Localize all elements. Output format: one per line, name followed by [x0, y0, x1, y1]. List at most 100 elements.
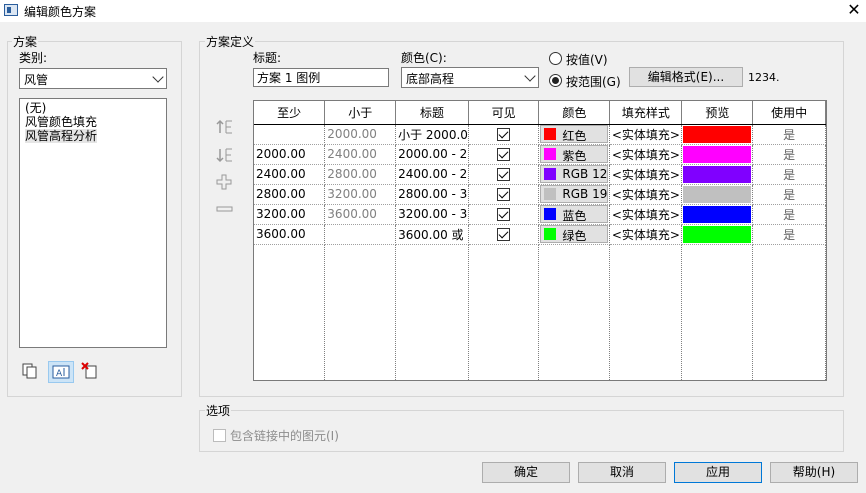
col-header-max[interactable]: 小于: [324, 101, 397, 125]
cell-in-use: 是: [752, 204, 826, 225]
color-button[interactable]: 绿色: [540, 225, 609, 243]
scheme-group-label: 方案: [12, 33, 39, 50]
cell-visible: [468, 224, 540, 245]
scheme-list-item[interactable]: (无): [25, 101, 46, 115]
color-swatch: [544, 168, 557, 180]
preview-swatch: [683, 225, 752, 243]
table-row[interactable]: 2400.00 2800.00 2400.00 - 2 RGB 12 <实体填充> 是: [254, 164, 826, 185]
cell-fill[interactable]: <实体填充>: [609, 144, 683, 165]
preview-swatch: [683, 165, 752, 183]
cell-max[interactable]: 3200.00: [324, 184, 397, 205]
color-value: 底部高程: [406, 72, 455, 86]
empty-cell: [681, 244, 754, 380]
cell-max[interactable]: [324, 224, 397, 245]
preview-swatch: [683, 205, 752, 223]
cell-title[interactable]: 3600.00 或: [395, 224, 469, 245]
cell-max[interactable]: 2000.00: [324, 124, 397, 145]
cell-max[interactable]: 3600.00: [324, 204, 397, 225]
help-button[interactable]: 帮助(H): [770, 462, 858, 483]
table-row[interactable]: 2000.00 小于 2000.0 红色 <实体填充> 是: [254, 124, 826, 145]
cell-title[interactable]: 小于 2000.0: [395, 124, 469, 145]
cell-min[interactable]: 3600.00: [254, 224, 326, 245]
by-value-label[interactable]: 按值(V): [566, 51, 608, 68]
cell-fill[interactable]: <实体填充>: [609, 224, 683, 245]
by-value-radio[interactable]: [549, 52, 562, 65]
rename-scheme-icon[interactable]: A: [48, 361, 74, 383]
empty-cell: [395, 244, 469, 380]
scheme-list-item-selected[interactable]: 风管高程分析: [25, 129, 98, 143]
move-down-icon[interactable]: [215, 146, 235, 168]
cell-color: 绿色: [538, 224, 611, 245]
color-swatch: [544, 208, 557, 220]
col-header-title[interactable]: 标题: [395, 101, 469, 125]
cell-fill[interactable]: <实体填充>: [609, 184, 683, 205]
title-input[interactable]: [253, 68, 389, 87]
move-up-icon[interactable]: [215, 118, 235, 140]
col-header-min[interactable]: 至少: [254, 101, 326, 125]
add-row-icon[interactable]: [215, 173, 235, 195]
title-input-field[interactable]: [254, 69, 388, 86]
by-range-label[interactable]: 按范围(G): [566, 73, 621, 90]
table-row[interactable]: 3600.00 3600.00 或 绿色 <实体填充> 是: [254, 224, 826, 245]
empty-cell: [609, 244, 683, 380]
col-header-color[interactable]: 颜色: [538, 101, 611, 125]
scheme-list[interactable]: (无) 风管颜色填充 风管高程分析: [19, 98, 167, 348]
cell-title[interactable]: 2800.00 - 3: [395, 184, 469, 205]
cell-preview: [681, 124, 754, 145]
visible-checkbox[interactable]: [497, 208, 511, 221]
col-header-fill[interactable]: 填充样式: [609, 101, 683, 125]
cell-max[interactable]: 2800.00: [324, 164, 397, 185]
empty-cell: [538, 244, 611, 380]
close-icon[interactable]: ✕: [842, 0, 866, 22]
cell-title[interactable]: 2400.00 - 2: [395, 164, 469, 185]
remove-row-icon[interactable]: [215, 200, 235, 222]
color-button[interactable]: RGB 12: [540, 165, 609, 183]
color-swatch: [544, 128, 557, 140]
cell-preview: [681, 184, 754, 205]
include-links-checkbox[interactable]: [213, 429, 226, 442]
table-row[interactable]: 2800.00 3200.00 2800.00 - 3 RGB 19 <实体填充> 是: [254, 184, 826, 205]
app-icon: [4, 4, 18, 16]
cell-min[interactable]: 2800.00: [254, 184, 326, 205]
cell-fill[interactable]: <实体填充>: [609, 164, 683, 185]
by-range-radio[interactable]: [549, 74, 562, 87]
preview-swatch: [683, 125, 752, 143]
range-grid: 至少 小于 标题 可见 颜色 填充样式 预览 使用中 2000.00 小于 200…: [254, 101, 826, 380]
cell-fill[interactable]: <实体填充>: [609, 124, 683, 145]
apply-button[interactable]: 应用: [674, 462, 762, 483]
edit-format-button[interactable]: 编辑格式(E)...: [629, 67, 743, 87]
cell-preview: [681, 204, 754, 225]
table-header-row: 至少 小于 标题 可见 颜色 填充样式 预览 使用中: [254, 101, 826, 125]
cell-min[interactable]: [254, 124, 326, 145]
cell-title[interactable]: 2000.00 - 2: [395, 144, 469, 165]
visible-checkbox[interactable]: [497, 168, 511, 181]
table-row[interactable]: 3200.00 3600.00 3200.00 - 3 蓝色 <实体填充> 是: [254, 204, 826, 225]
visible-checkbox[interactable]: [497, 228, 511, 241]
cell-visible: [468, 204, 540, 225]
cell-min[interactable]: 3200.00: [254, 204, 326, 225]
cell-max[interactable]: 2400.00: [324, 144, 397, 165]
cell-title[interactable]: 3200.00 - 3: [395, 204, 469, 225]
cell-min[interactable]: 2400.00: [254, 164, 326, 185]
cancel-button[interactable]: 取消: [578, 462, 666, 483]
color-button[interactable]: 红色: [540, 125, 609, 143]
scheme-list-item[interactable]: 风管颜色填充: [25, 115, 97, 129]
color-button[interactable]: 蓝色: [540, 205, 609, 223]
color-button[interactable]: 紫色: [540, 145, 609, 163]
table-empty-area: [254, 244, 826, 380]
col-header-in-use[interactable]: 使用中: [752, 101, 826, 125]
cell-min[interactable]: 2000.00: [254, 144, 326, 165]
visible-checkbox[interactable]: [497, 148, 511, 161]
color-dropdown[interactable]: 底部高程: [401, 67, 539, 88]
col-header-preview[interactable]: 预览: [681, 101, 754, 125]
table-row[interactable]: 2000.00 2400.00 2000.00 - 2 紫色 <实体填充> 是: [254, 144, 826, 165]
visible-checkbox[interactable]: [497, 128, 511, 141]
duplicate-scheme-icon[interactable]: [21, 362, 39, 380]
visible-checkbox[interactable]: [497, 188, 511, 201]
color-button[interactable]: RGB 19: [540, 185, 609, 203]
category-dropdown[interactable]: 风管: [19, 68, 167, 89]
cell-fill[interactable]: <实体填充>: [609, 204, 683, 225]
col-header-visible[interactable]: 可见: [468, 101, 540, 125]
ok-button[interactable]: 确定: [482, 462, 570, 483]
delete-scheme-icon[interactable]: [80, 362, 100, 380]
